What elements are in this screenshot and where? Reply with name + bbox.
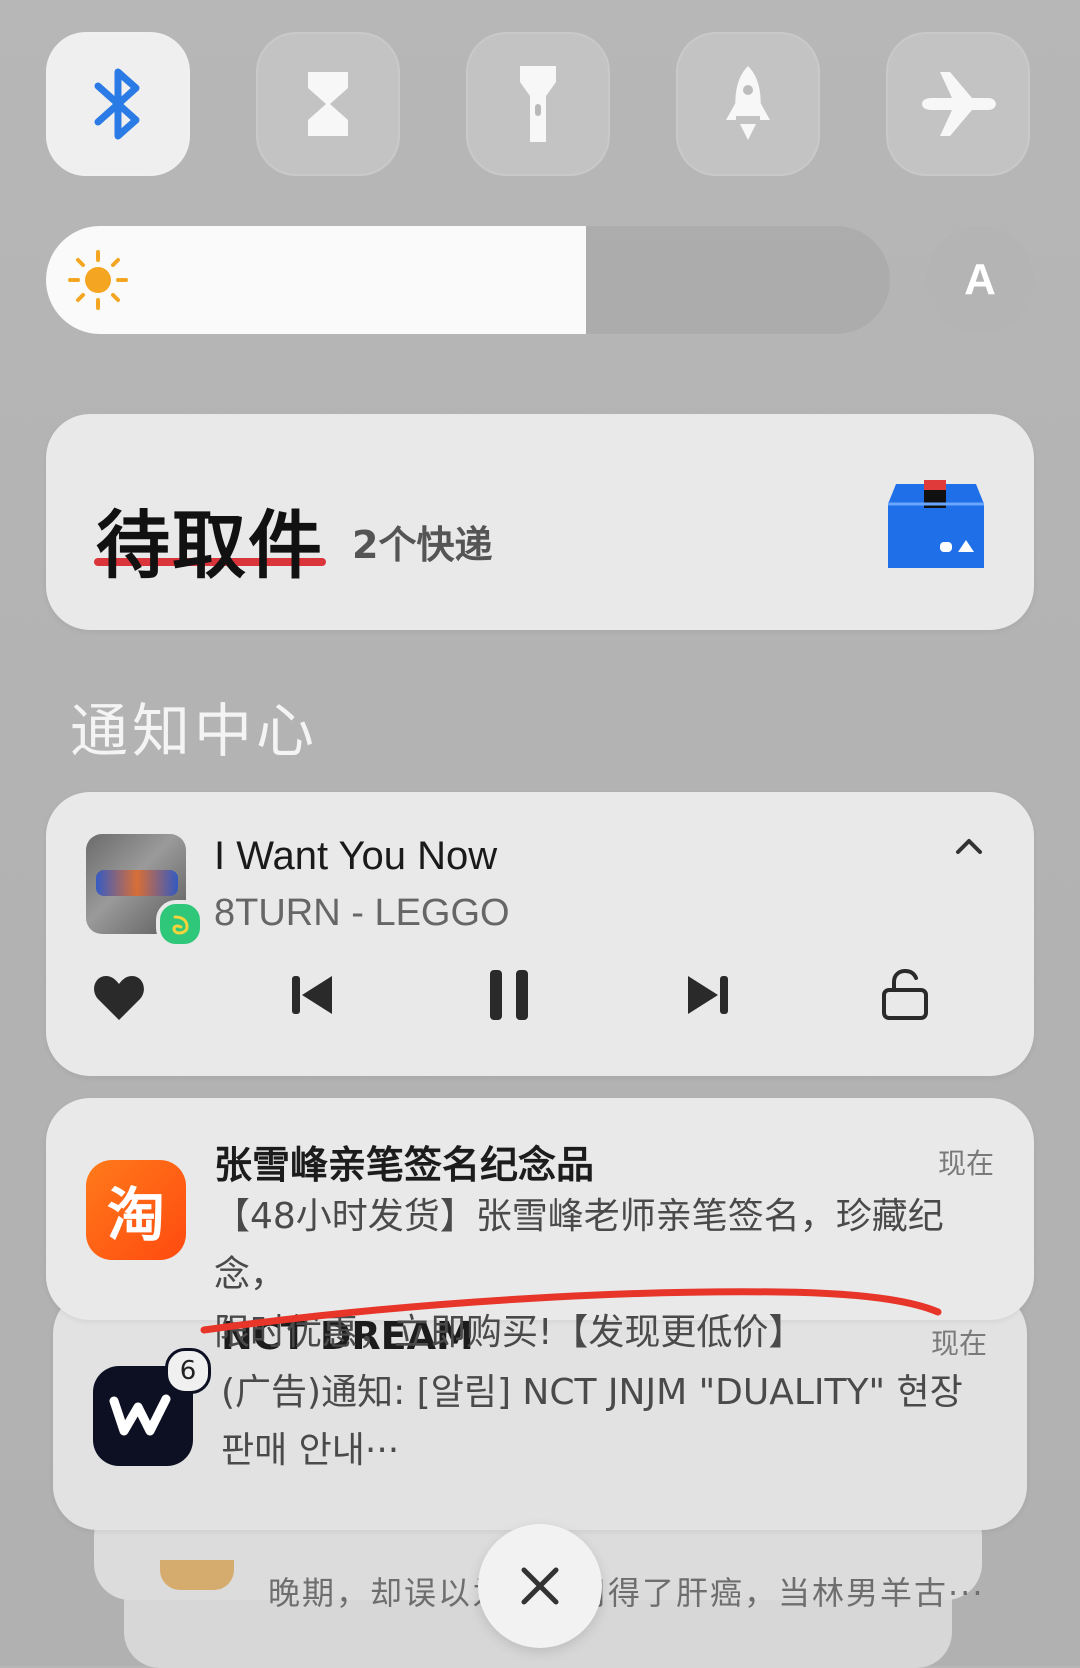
airplane-icon — [922, 72, 996, 136]
song-title: I Want You Now — [214, 834, 498, 878]
flashlight-tile[interactable] — [466, 32, 610, 176]
auto-brightness-button[interactable]: A — [926, 226, 1034, 334]
taobao-app-icon: 淘 — [86, 1160, 186, 1260]
notification-title: 张雪峰亲笔签名纪念品 — [214, 1143, 595, 1187]
notification-body-line-1: 【48小时发货】张雪峰老师亲笔签名，珍藏纪念， — [214, 1196, 944, 1295]
notification-body-line-2: 판매 안내··· — [221, 1430, 400, 1471]
lock-icon[interactable] — [880, 968, 930, 1020]
brightness-slider[interactable] — [46, 226, 890, 334]
stacked-app-icon — [160, 1560, 234, 1590]
pause-icon[interactable] — [486, 968, 532, 1022]
notification-center-title: 通知中心 — [70, 697, 319, 765]
auto-brightness-label: A — [964, 255, 996, 304]
qq-music-icon — [156, 900, 204, 948]
notification-body-line-1: (广告)通知: [알림] NCT JNJM "DUALITY" 현장 — [221, 1372, 963, 1413]
close-icon — [521, 1567, 559, 1605]
notification-body-line-2: 限时优惠，立即购买!【发现更低价】 — [214, 1312, 805, 1353]
chevron-up-icon[interactable] — [954, 836, 984, 856]
rocket-tile[interactable] — [676, 32, 820, 176]
taobao-logo-text: 淘 — [106, 1181, 165, 1249]
album-graffiti — [96, 870, 178, 896]
previous-icon[interactable] — [290, 972, 334, 1018]
bluetooth-icon — [94, 68, 140, 140]
rocket-icon — [726, 66, 770, 140]
notification-time: 现在 — [937, 1147, 994, 1180]
hourglass-icon — [308, 72, 348, 136]
notification-body: (广告)通知: [알림] NCT JNJM "DUALITY" 현장 판매 안내… — [221, 1364, 987, 1480]
song-artist: 8TURN - LEGGO — [214, 892, 510, 934]
bluetooth-tile[interactable] — [46, 32, 190, 176]
notification-taobao[interactable]: 淘 张雪峰亲笔签名纪念品 现在 【48小时发货】张雪峰老师亲笔签名，珍藏纪念， … — [46, 1098, 1034, 1353]
pickup-count: 2个快递 — [352, 523, 493, 567]
parcel-pickup-card[interactable]: 待取件 2个快递 — [46, 414, 1034, 630]
flashlight-icon — [520, 66, 556, 142]
pickup-title: 待取件 — [96, 503, 324, 589]
parcel-box-icon — [888, 480, 984, 568]
next-icon[interactable] — [686, 972, 730, 1018]
weverse-w-icon — [109, 1394, 171, 1436]
unread-count-badge: 6 — [165, 1348, 211, 1394]
stacked-notification-text: 晚期，却误以为是存用得了肝癌，当林男羊古··· — [268, 1574, 985, 1612]
airplane-tile[interactable] — [886, 32, 1030, 176]
clear-all-button[interactable] — [478, 1524, 602, 1648]
heart-icon[interactable] — [92, 972, 146, 1022]
notification-body: 【48小时发货】张雪峰老师亲笔签名，珍藏纪念， 限时优惠，立即购买!【发现更低价… — [214, 1188, 994, 1362]
hourglass-tile[interactable] — [256, 32, 400, 176]
unread-count: 6 — [179, 1356, 197, 1386]
sun-icon — [68, 250, 128, 310]
music-player-card[interactable]: I Want You Now 8TURN - LEGGO — [46, 792, 1034, 1076]
